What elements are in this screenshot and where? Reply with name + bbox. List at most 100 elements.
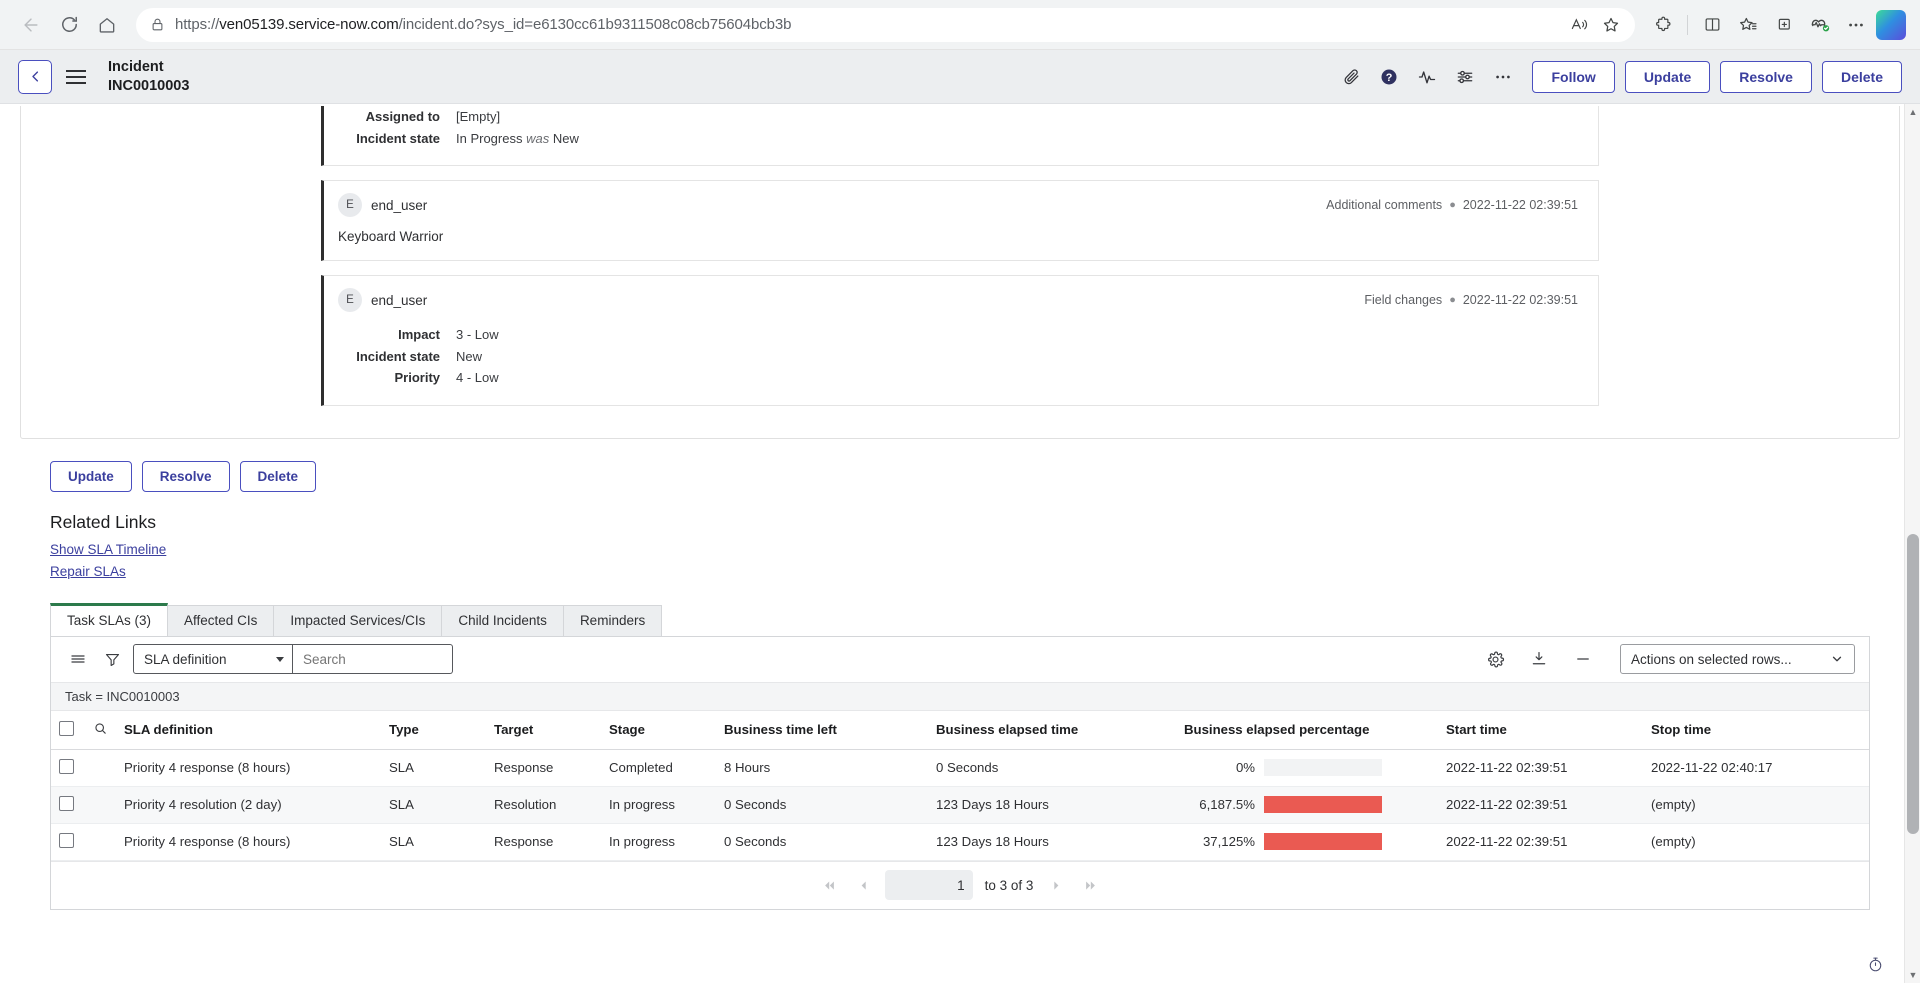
select-all-checkbox[interactable] <box>59 720 74 736</box>
repair-slas-link[interactable]: Repair SLAs <box>50 564 1920 579</box>
column-header-type[interactable]: Type <box>381 710 486 750</box>
collections-icon[interactable] <box>1768 9 1800 41</box>
sla-definition-field-select[interactable]: SLA definition <box>133 644 293 674</box>
copilot-icon[interactable] <box>1876 9 1906 40</box>
column-header-business-elapsed-time[interactable]: Business elapsed time <box>928 710 1176 750</box>
reload-icon[interactable] <box>52 8 86 42</box>
browser-actions <box>1647 9 1906 41</box>
double-chevron-left-icon[interactable] <box>813 870 847 900</box>
cell-business-elapsed-percentage: 0% <box>1176 749 1438 787</box>
actions-on-selected-rows-select[interactable]: Actions on selected rows... <box>1620 644 1855 674</box>
help-circle-icon[interactable]: ? <box>1378 66 1400 88</box>
column-header-stage[interactable]: Stage <box>601 710 716 750</box>
cell-stop-time: (empty) <box>1643 823 1869 861</box>
activity-user: end_user <box>371 197 428 213</box>
column-header-stop-time[interactable]: Stop time <box>1643 710 1869 750</box>
chevron-right-icon[interactable] <box>1039 870 1073 900</box>
row-preview-cell <box>85 749 116 787</box>
home-icon[interactable] <box>90 8 124 42</box>
cell-business-elapsed-time: 0 Seconds <box>928 749 1176 787</box>
delete-button[interactable]: Delete <box>1821 60 1902 93</box>
field-change-list: Assigned to [Empty] Incident state In Pr… <box>338 106 1578 149</box>
tab-reminders[interactable]: Reminders <box>562 604 663 636</box>
extensions-puzzle-icon[interactable] <box>1647 9 1679 41</box>
favorites-star-list-icon[interactable] <box>1732 9 1764 41</box>
browser-essentials-heartbeat-icon[interactable] <box>1804 9 1836 41</box>
resolve-button[interactable]: Resolve <box>1720 60 1812 93</box>
row-checkbox[interactable] <box>59 795 74 811</box>
activity-entry: Assigned to [Empty] Incident state In Pr… <box>321 106 1599 166</box>
search-icon[interactable] <box>93 721 108 736</box>
column-header-business-time-left[interactable]: Business time left <box>716 710 928 750</box>
scroll-down-arrow-icon[interactable]: ▼ <box>1905 967 1920 983</box>
column-header-target[interactable]: Target <box>486 710 601 750</box>
cell-sla-definition[interactable]: Priority 4 resolution (2 day) <box>116 786 381 824</box>
tab-task-slas[interactable]: Task SLAs (3) <box>50 602 169 636</box>
cell-business-time-left: 0 Seconds <box>716 823 928 861</box>
stopwatch-icon[interactable] <box>1864 953 1886 975</box>
column-header-sla-definition[interactable]: SLA definition <box>116 710 381 750</box>
follow-button[interactable]: Follow <box>1532 60 1615 93</box>
cell-business-elapsed-time: 123 Days 18 Hours <box>928 823 1176 861</box>
cell-sla-definition[interactable]: Priority 4 response (8 hours) <box>116 749 381 787</box>
star-icon[interactable] <box>1595 9 1627 41</box>
minus-icon[interactable] <box>1570 646 1596 672</box>
record-back-button[interactable] <box>18 59 52 94</box>
vertical-scrollbar[interactable]: ▲ ▼ <box>1904 104 1920 983</box>
sliders-icon[interactable] <box>1454 66 1476 88</box>
related-links-section: Related Links Show SLA Timeline Repair S… <box>50 512 1920 579</box>
hamburger-menu-icon[interactable] <box>66 60 94 94</box>
address-bar[interactable]: https://ven05139.service-now.com/inciden… <box>136 7 1635 42</box>
more-horizontal-icon[interactable] <box>1840 9 1872 41</box>
paperclip-icon[interactable] <box>1340 66 1362 88</box>
filter-funnel-icon[interactable] <box>99 646 125 672</box>
column-header-start-time[interactable]: Start time <box>1438 710 1643 750</box>
row-preview-cell <box>85 823 116 861</box>
header-icon-group: ? <box>1340 66 1514 88</box>
tab-child-incidents[interactable]: Child Incidents <box>441 604 564 636</box>
update-button[interactable]: Update <box>1624 60 1711 93</box>
row-checkbox[interactable] <box>59 832 74 848</box>
list-toolbar: SLA definition Actions on <box>51 636 1869 683</box>
row-select-cell <box>51 823 85 861</box>
scroll-up-arrow-icon[interactable]: ▲ <box>1905 104 1920 120</box>
chevron-down-icon <box>1830 652 1844 666</box>
activity-pulse-icon[interactable] <box>1416 66 1438 88</box>
table-row[interactable]: Priority 4 response (8 hours) SLA Respon… <box>51 749 1869 787</box>
more-horizontal-icon[interactable] <box>1492 66 1514 88</box>
tab-impacted-services[interactable]: Impacted Services/CIs <box>273 604 443 636</box>
double-chevron-right-icon[interactable] <box>1073 870 1107 900</box>
field-change-list: Impact 3 - Low Incident state New Priori… <box>338 324 1578 389</box>
field-change-row: Incident state New <box>338 346 1578 368</box>
scrollbar-thumb[interactable] <box>1907 534 1919 834</box>
chevron-left-icon[interactable] <box>847 870 881 900</box>
cell-sla-definition[interactable]: Priority 4 response (8 hours) <box>116 823 381 861</box>
header-button-group: Follow Update Resolve Delete <box>1532 60 1902 93</box>
split-screen-icon[interactable] <box>1696 9 1728 41</box>
gear-icon[interactable] <box>1482 646 1508 672</box>
column-header-business-elapsed-percentage[interactable]: Business elapsed percentage <box>1176 710 1438 750</box>
form-action-buttons: Update Resolve Delete <box>50 460 1920 492</box>
table-row[interactable]: Priority 4 resolution (2 day) SLA Resolu… <box>51 786 1869 824</box>
form-resolve-button[interactable]: Resolve <box>141 460 230 492</box>
read-aloud-icon[interactable] <box>1563 9 1595 41</box>
cell-start-time: 2022-11-22 02:39:51 <box>1438 823 1643 861</box>
actions-select-label: Actions on selected rows... <box>1631 651 1792 667</box>
breadcrumb[interactable]: Task = INC0010003 <box>51 682 1869 711</box>
related-lists-tabs: Task SLAs (3) Affected CIs Impacted Serv… <box>50 602 1920 636</box>
activity-comment-body: Keyboard Warrior <box>338 229 444 244</box>
cell-business-elapsed-time: 123 Days 18 Hours <box>928 786 1176 824</box>
download-export-icon[interactable] <box>1526 646 1552 672</box>
field-change-row: Incident state In Progress was New <box>338 128 1578 150</box>
show-sla-timeline-link[interactable]: Show SLA Timeline <box>50 542 1920 557</box>
search-input[interactable] <box>293 644 453 674</box>
tab-affected-cis[interactable]: Affected CIs <box>167 604 275 636</box>
activity-meta: Field changes ● 2022-11-22 02:39:51 <box>1364 293 1578 307</box>
back-arrow-icon[interactable] <box>14 8 48 42</box>
list-menu-icon[interactable] <box>65 646 91 672</box>
form-delete-button[interactable]: Delete <box>239 460 317 492</box>
table-row[interactable]: Priority 4 response (8 hours) SLA Respon… <box>51 823 1869 861</box>
page-number-input[interactable]: 1 <box>884 870 973 900</box>
form-update-button[interactable]: Update <box>50 460 132 492</box>
row-checkbox[interactable] <box>59 758 74 774</box>
